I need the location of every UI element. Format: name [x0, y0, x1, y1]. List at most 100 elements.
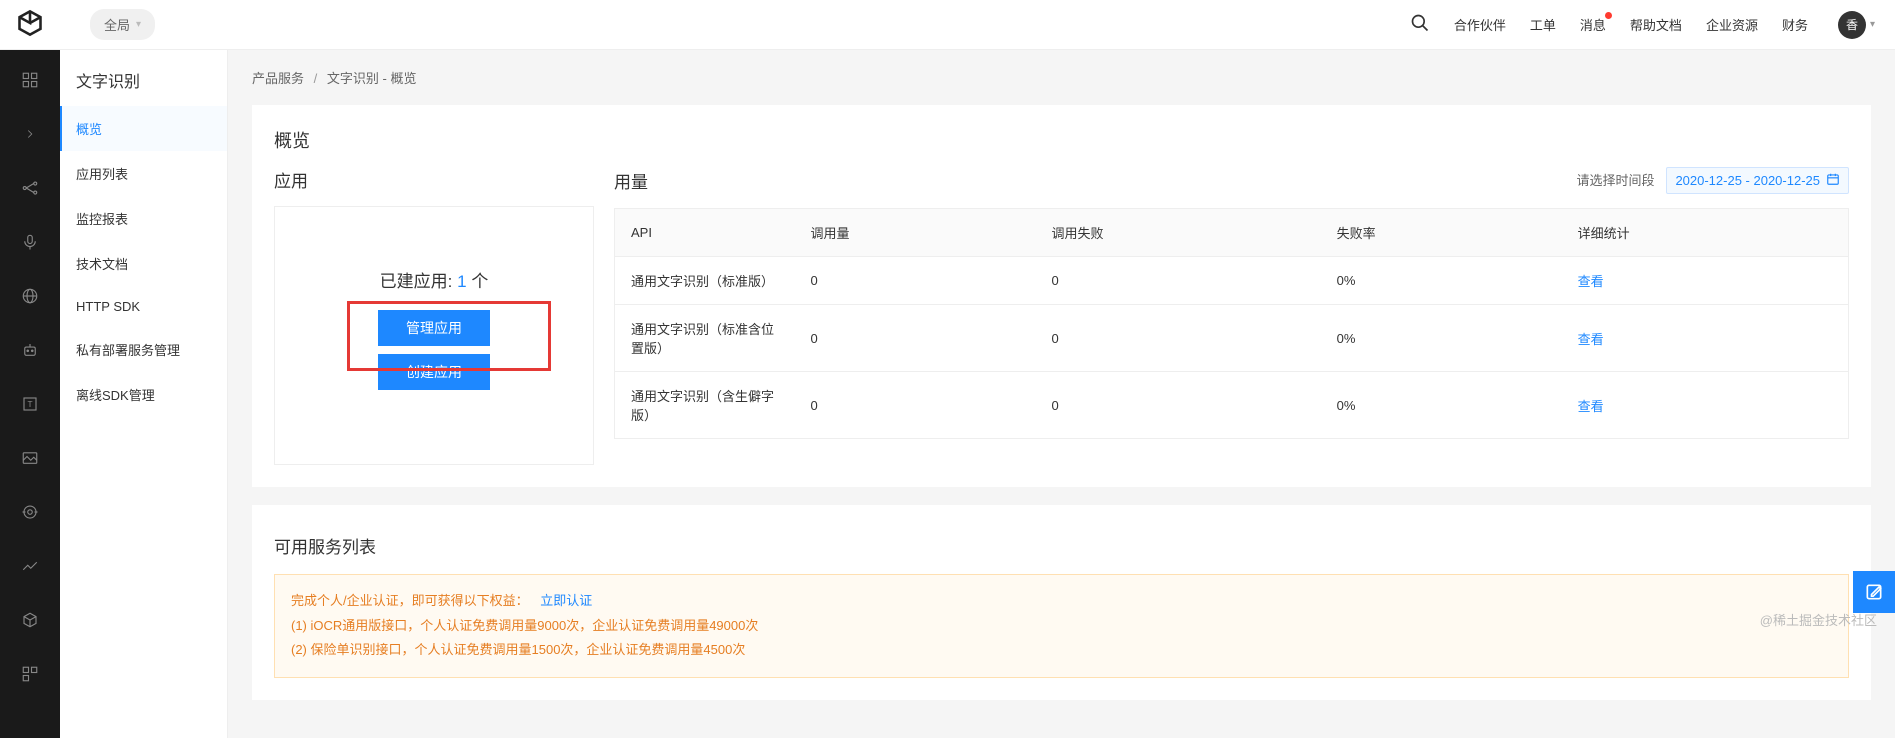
logo[interactable]	[0, 0, 60, 50]
banner-text-1: 完成个人/企业认证，即可获得以下权益：	[291, 593, 529, 608]
th-api: API	[615, 209, 795, 257]
sidebar-item-label: 离线SDK管理	[76, 388, 155, 403]
manage-app-button[interactable]: 管理应用	[378, 310, 490, 346]
user-menu[interactable]: 香 ▾	[1832, 11, 1875, 39]
sidebar-item-tech-doc[interactable]: 技术文档	[60, 241, 227, 286]
app-count-text: 已建应用: 1 个	[295, 267, 573, 292]
rail-scan-icon[interactable]	[18, 500, 42, 524]
date-range-value: 2020-12-25 - 2020-12-25	[1675, 173, 1820, 188]
view-detail-link[interactable]: 查看	[1578, 274, 1604, 289]
chevron-down-icon: ▾	[1870, 19, 1875, 30]
cell-calls: 0	[795, 257, 1036, 305]
icon-rail: T	[0, 50, 60, 738]
rail-apps-icon[interactable]	[18, 68, 42, 92]
svg-text:T: T	[27, 400, 32, 409]
cell-fail-rate: 0%	[1321, 305, 1562, 372]
nav-message[interactable]: 消息	[1580, 15, 1606, 34]
sidebar-item-overview[interactable]: 概览	[60, 106, 227, 151]
sidebar-item-label: 技术文档	[76, 257, 128, 272]
breadcrumb: 产品服务 / 文字识别 - 概览	[228, 50, 1895, 105]
nav-ticket[interactable]: 工单	[1530, 15, 1556, 34]
breadcrumb-current: 文字识别 - 概览	[327, 71, 417, 86]
auth-banner: 完成个人/企业认证，即可获得以下权益： 立即认证 (1) iOCR通用版接口，个…	[274, 574, 1849, 678]
panel-title: 概览	[274, 127, 1849, 153]
app-section-title: 应用	[274, 167, 308, 192]
auth-now-link[interactable]: 立即认证	[540, 593, 592, 608]
app-count-prefix: 已建应用:	[380, 272, 457, 291]
sidebar-item-http-sdk[interactable]: HTTP SDK	[60, 286, 227, 327]
sidebar-item-label: 监控报表	[76, 212, 128, 227]
nav-help-doc[interactable]: 帮助文档	[1630, 15, 1682, 34]
sidebar-item-app-list[interactable]: 应用列表	[60, 151, 227, 196]
rail-globe-icon[interactable]	[18, 284, 42, 308]
overview-panel: 概览 应用 已建应用: 1 个 管理应用 创建应用	[252, 105, 1871, 487]
cell-api: 通用文字识别（标准版）	[615, 257, 795, 305]
cell-calls: 0	[795, 372, 1036, 439]
calendar-icon	[1826, 172, 1840, 189]
service-list-panel: 可用服务列表 完成个人/企业认证，即可获得以下权益： 立即认证 (1) iOCR…	[252, 505, 1871, 700]
cell-fails: 0	[1036, 305, 1321, 372]
usage-table: API 调用量 调用失败 失败率 详细统计 通用文字识别（标准版） 0	[614, 208, 1849, 439]
cell-fail-rate: 0%	[1321, 257, 1562, 305]
usage-section-title: 用量	[614, 168, 648, 193]
search-icon[interactable]	[1410, 13, 1430, 36]
sidebar-title: 文字识别	[60, 50, 227, 106]
view-detail-link[interactable]: 查看	[1578, 399, 1604, 414]
th-fail-rate: 失败率	[1321, 209, 1562, 257]
nav-message-label: 消息	[1580, 18, 1606, 33]
main-content: 产品服务 / 文字识别 - 概览 概览 应用 已建应用: 1 个 管理应用	[228, 50, 1895, 738]
sidebar-item-label: 概览	[76, 122, 102, 137]
date-picker-wrap: 请选择时间段 2020-12-25 - 2020-12-25	[1577, 167, 1849, 194]
nav-finance[interactable]: 财务	[1782, 15, 1808, 34]
global-scope-label: 全局	[104, 15, 130, 34]
nav-enterprise-res[interactable]: 企业资源	[1706, 15, 1758, 34]
cube-logo-icon	[16, 9, 44, 40]
notification-dot-icon	[1605, 12, 1612, 19]
chevron-down-icon: ▾	[136, 19, 141, 30]
sidebar-item-label: 私有部署服务管理	[76, 343, 180, 358]
sidebar-item-private-deploy[interactable]: 私有部署服务管理	[60, 327, 227, 372]
cell-calls: 0	[795, 305, 1036, 372]
rail-more-icon[interactable]	[18, 662, 42, 686]
date-range-picker[interactable]: 2020-12-25 - 2020-12-25	[1666, 167, 1849, 194]
global-scope-selector[interactable]: 全局 ▾	[90, 9, 155, 40]
cell-fail-rate: 0%	[1321, 372, 1562, 439]
cell-fails: 0	[1036, 257, 1321, 305]
th-fails: 调用失败	[1036, 209, 1321, 257]
cell-api: 通用文字识别（含生僻字版）	[615, 372, 795, 439]
rail-image-icon[interactable]	[18, 446, 42, 470]
service-list-title: 可用服务列表	[274, 533, 1849, 558]
breadcrumb-separator: /	[314, 71, 318, 86]
view-detail-link[interactable]: 查看	[1578, 332, 1604, 347]
feedback-float-button[interactable]	[1853, 571, 1895, 613]
rail-mic-icon[interactable]	[18, 230, 42, 254]
sidebar-item-label: HTTP SDK	[76, 299, 140, 314]
rail-chevron-right-icon[interactable]	[18, 122, 42, 146]
app-count-number: 1	[457, 272, 466, 291]
date-picker-label: 请选择时间段	[1577, 173, 1655, 188]
edit-icon	[1864, 582, 1884, 602]
nav-partner[interactable]: 合作伙伴	[1454, 15, 1506, 34]
rail-graph-icon[interactable]	[18, 554, 42, 578]
sidebar-item-label: 应用列表	[76, 167, 128, 182]
th-calls: 调用量	[795, 209, 1036, 257]
th-detail: 详细统计	[1562, 209, 1849, 257]
app-card: 已建应用: 1 个 管理应用 创建应用	[274, 206, 594, 465]
table-row: 通用文字识别（含生僻字版） 0 0 0% 查看	[615, 372, 1849, 439]
table-row: 通用文字识别（标准含位置版） 0 0 0% 查看	[615, 305, 1849, 372]
rail-text-icon[interactable]: T	[18, 392, 42, 416]
avatar: 香	[1838, 11, 1866, 39]
sidebar-item-monitor[interactable]: 监控报表	[60, 196, 227, 241]
sidebar-item-offline-sdk[interactable]: 离线SDK管理	[60, 372, 227, 417]
cell-api: 通用文字识别（标准含位置版）	[615, 305, 795, 372]
sidebar: 文字识别 概览 应用列表 监控报表 技术文档 HTTP SDK 私有部署服务管理…	[60, 50, 228, 738]
table-row: 通用文字识别（标准版） 0 0 0% 查看	[615, 257, 1849, 305]
rail-robot-icon[interactable]	[18, 338, 42, 362]
rail-nodes-icon[interactable]	[18, 176, 42, 200]
create-app-button[interactable]: 创建应用	[378, 354, 490, 390]
breadcrumb-root[interactable]: 产品服务	[252, 71, 304, 86]
banner-text-2: (1) iOCR通用版接口，个人认证免费调用量9000次，企业认证免费调用量49…	[291, 614, 1832, 639]
banner-text-3: (2) 保险单识别接口，个人认证免费调用量1500次，企业认证免费调用量4500…	[291, 638, 1832, 663]
rail-package-icon[interactable]	[18, 608, 42, 632]
top-header: 全局 ▾ 合作伙伴 工单 消息 帮助文档 企业资源 财务 香 ▾	[0, 0, 1895, 50]
